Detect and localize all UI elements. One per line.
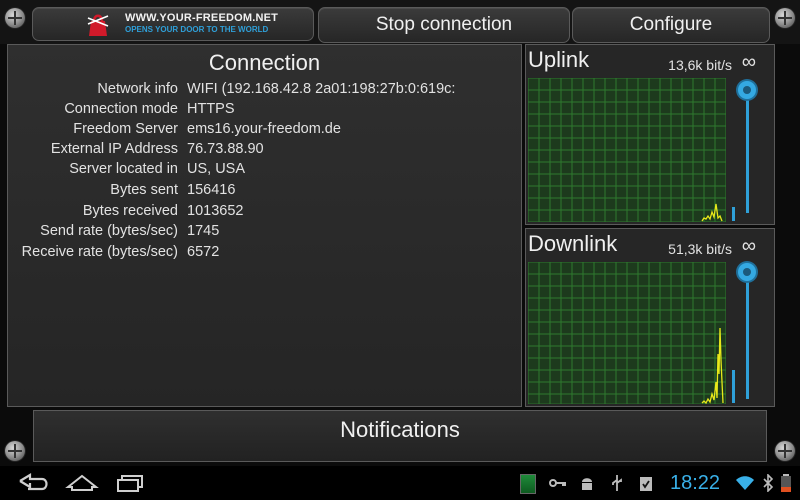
home-icon[interactable] (62, 471, 102, 495)
info-label: External IP Address (50, 141, 178, 157)
info-value: 1013652 (187, 203, 244, 219)
downlink-slider-track (746, 272, 749, 399)
info-value: HTTPS (187, 101, 235, 117)
info-value: 156416 (187, 182, 236, 198)
downlink-title: Downlink (528, 231, 618, 256)
connection-title: Connection (208, 50, 321, 75)
info-row: Bytes sent 156416 (8, 182, 521, 202)
uplink-panel: Uplink 13,6k bit/s ∞ (525, 44, 775, 225)
screw-icon (775, 8, 795, 28)
uplink-title: Uplink (528, 47, 590, 72)
screw-icon (5, 441, 25, 461)
battery-icon (781, 474, 791, 492)
downlink-traffic-graph (528, 262, 726, 404)
info-row: External IP Address 76.73.88.90 (8, 141, 521, 161)
system-bar: 18:22 (0, 466, 800, 500)
info-row: Bytes received 1013652 (8, 203, 521, 223)
screw-icon (775, 441, 795, 461)
downlink-rate: 51,3k bit/s (668, 241, 732, 257)
uplink-traffic-graph (528, 78, 726, 222)
info-row: Server located in US, USA (8, 161, 521, 181)
info-label: Server located in (69, 161, 178, 177)
info-value: ems16.your-freedom.de (187, 121, 341, 137)
info-label: Bytes sent (110, 182, 178, 198)
app-icon (520, 474, 536, 494)
uplink-limit-slider[interactable] (738, 81, 756, 213)
info-label: Network info (97, 81, 178, 97)
key-icon (549, 479, 566, 487)
uplink-rate: 13,6k bit/s (668, 57, 732, 73)
uplink-level-bar (732, 207, 735, 221)
logo-subtitle: OPENS YOUR DOOR TO THE WORLD (125, 25, 269, 34)
bluetooth-icon (763, 474, 774, 492)
wifi-icon (736, 476, 754, 490)
clock: 18:22 (670, 472, 721, 494)
your-freedom-logo-button[interactable]: WWW.YOUR-FREEDOM.NET OPENS YOUR DOOR TO … (32, 7, 314, 41)
info-row: Receive rate (bytes/sec) 6572 (8, 244, 521, 264)
downlink-slider-knob[interactable] (738, 263, 756, 281)
connection-panel: Connection Network info WIFI (192.168.42… (7, 44, 522, 407)
screw-icon (5, 8, 25, 28)
usb-icon (612, 475, 622, 491)
back-icon[interactable] (14, 471, 54, 495)
uplink-slider-knob[interactable] (738, 81, 756, 99)
info-value: US, USA (187, 161, 246, 177)
info-row: Send rate (bytes/sec) 1745 (8, 223, 521, 243)
downlink-limit: ∞ (741, 235, 756, 257)
top-toolbar: WWW.YOUR-FREEDOM.NET OPENS YOUR DOOR TO … (0, 0, 800, 44)
downlink-limit-slider[interactable] (738, 263, 756, 399)
downlink-level-bar (732, 370, 735, 403)
info-label: Freedom Server (73, 121, 178, 137)
info-label: Connection mode (64, 101, 178, 117)
notifications-button[interactable]: Notifications (33, 410, 767, 462)
info-value: 1745 (187, 223, 220, 239)
stop-connection-button[interactable]: Stop connection (318, 7, 570, 43)
logo-title: WWW.YOUR-FREEDOM.NET (125, 12, 279, 24)
downlink-panel: Downlink 51,3k bit/s ∞ (525, 228, 775, 407)
uplink-limit: ∞ (741, 51, 756, 73)
recent-apps-icon[interactable] (110, 471, 150, 495)
info-label: Bytes received (82, 203, 178, 219)
clipboard-icon (640, 477, 652, 491)
configure-button[interactable]: Configure (572, 7, 770, 43)
info-row: Network info WIFI (192.168.42.8 2a01:198… (8, 81, 521, 101)
info-value: 6572 (187, 244, 220, 260)
uplink-slider-track (746, 90, 749, 213)
info-row: Freedom Server ems16.your-freedom.de (8, 121, 521, 141)
info-label: Send rate (bytes/sec) (40, 223, 178, 239)
shopping-bag-logo-icon (87, 14, 109, 36)
info-value: WIFI (192.168.42.8 2a01:198:27b:0:619c: (187, 81, 456, 97)
info-row: Connection mode HTTPS (8, 101, 521, 121)
android-debug-icon (582, 478, 592, 490)
info-value: 76.73.88.90 (187, 141, 264, 157)
info-label: Receive rate (bytes/sec) (21, 244, 178, 260)
